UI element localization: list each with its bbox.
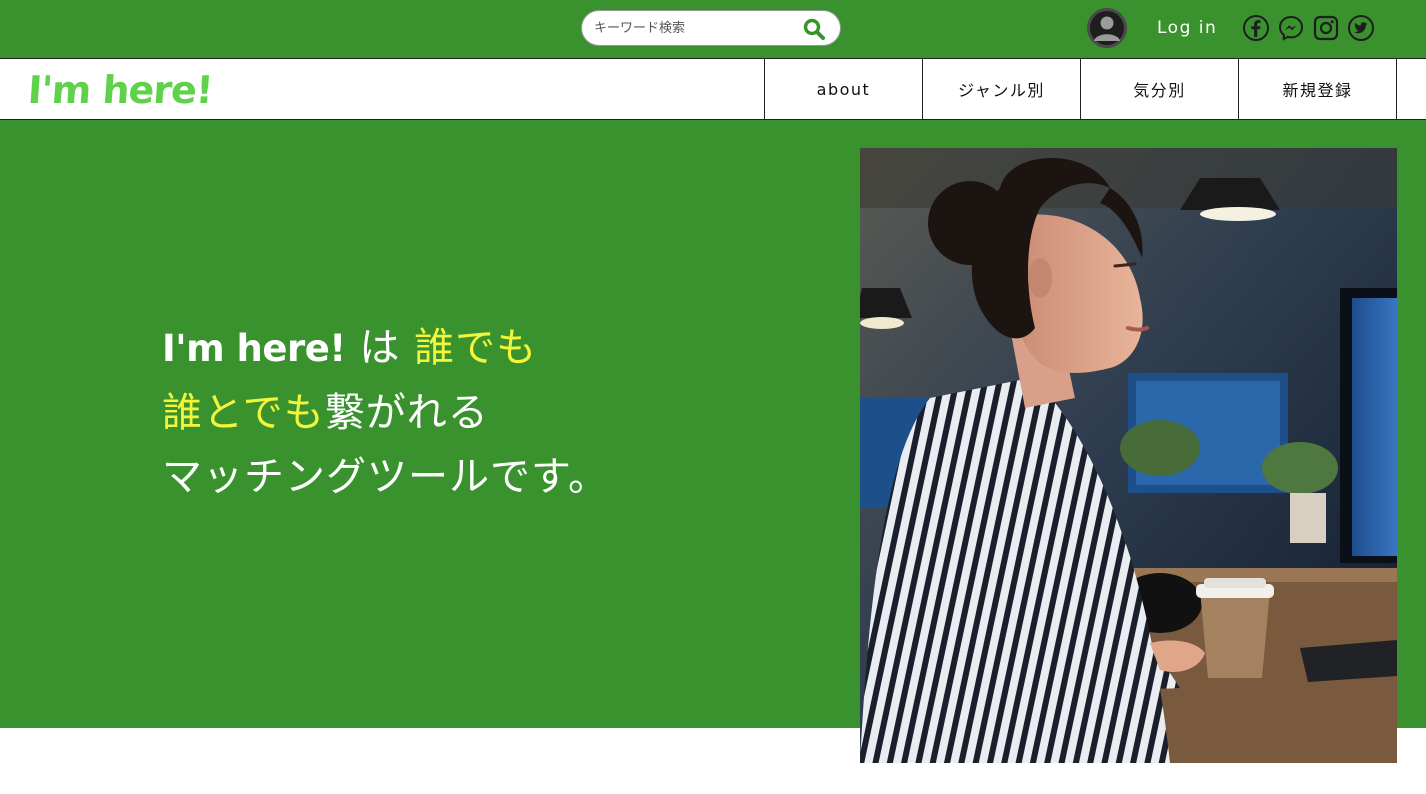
hero-line-3: マッチングツールです。 <box>162 454 609 500</box>
nav-item-mood[interactable]: 気分別 <box>1080 59 1238 119</box>
search-input[interactable] <box>594 18 794 38</box>
top-bar: Log in <box>0 0 1426 58</box>
hero-tagline: I'm here! は 誰でも 誰とでも繋がれる マッチングツールです。 <box>162 316 609 509</box>
twitter-icon[interactable] <box>1347 14 1375 42</box>
nav-divider <box>1396 59 1397 119</box>
hero-line-2-text: 繋がれる <box>324 390 489 436</box>
nav-item-register[interactable]: 新規登録 <box>1238 59 1396 119</box>
login-link[interactable]: Log in <box>1157 16 1217 40</box>
messenger-icon[interactable] <box>1277 14 1305 42</box>
hero-brand-name: I'm here! <box>162 327 346 370</box>
facebook-icon[interactable] <box>1242 14 1270 42</box>
hero-highlight-1: 誰でも <box>414 325 538 371</box>
hero-line-1: I'm here! は 誰でも <box>162 316 609 381</box>
nav-item-about[interactable]: about <box>764 59 922 119</box>
search-icon[interactable] <box>802 17 826 41</box>
hero-line-2: 誰とでも繋がれる <box>162 381 609 445</box>
user-avatar-icon[interactable] <box>1087 8 1127 48</box>
site-logo[interactable]: I'm here! <box>26 65 214 115</box>
hero-highlight-2: 誰とでも <box>162 390 325 436</box>
nav-item-genre[interactable]: ジャンル別 <box>922 59 1080 119</box>
instagram-icon[interactable] <box>1312 14 1340 42</box>
hero-particle: は <box>345 325 415 371</box>
main-navigation: I'm here! about ジャンル別 気分別 新規登録 <box>0 58 1426 120</box>
search-box <box>581 10 841 46</box>
hero-photo-woman-at-computer <box>860 148 1397 763</box>
